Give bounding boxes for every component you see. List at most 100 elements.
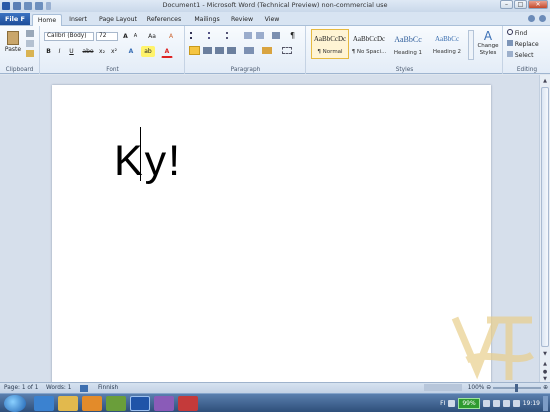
tab-file[interactable]: File F	[0, 13, 30, 25]
tab-insert[interactable]: Insert	[64, 14, 92, 26]
zoom-slider-knob[interactable]	[515, 383, 519, 392]
tab-page-layout[interactable]: Page Layout	[96, 14, 140, 26]
tray-icon-2[interactable]	[482, 400, 490, 407]
italic-button[interactable]: I	[55, 46, 64, 57]
tab-review[interactable]: Review	[228, 14, 256, 26]
tray-icon-1[interactable]	[448, 400, 456, 407]
zoom-slider[interactable]	[493, 383, 542, 392]
subscript-button[interactable]: x₂	[97, 46, 107, 57]
increase-indent-icon[interactable]	[256, 32, 264, 39]
grow-font-button[interactable]: A	[121, 31, 130, 42]
taskbar-ie-icon[interactable]	[34, 396, 54, 411]
network-icon[interactable]	[492, 400, 500, 407]
replace-button[interactable]: Replace	[506, 39, 546, 50]
style-heading-1[interactable]: AaBbCc Heading 1	[389, 29, 427, 59]
style-no-spacing-label: ¶ No Spaci...	[351, 49, 387, 55]
zoom-out-icon[interactable]: ⊖	[486, 385, 491, 391]
taskbar-app3-icon[interactable]	[178, 396, 198, 411]
change-styles-button[interactable]: A Change Styles	[475, 28, 501, 62]
zoom-in-icon[interactable]: ⊕	[543, 385, 548, 391]
input-language[interactable]: FI	[440, 400, 445, 407]
language-indicator[interactable]: Finnish	[98, 385, 118, 391]
volume-icon[interactable]	[502, 400, 510, 407]
align-right-icon[interactable]	[215, 47, 224, 54]
tab-references[interactable]: References	[144, 14, 184, 26]
battery-indicator[interactable]: 99%	[458, 398, 480, 409]
maximize-button[interactable]: □	[514, 0, 527, 9]
scroll-down-icon[interactable]: ▼	[541, 350, 549, 358]
shrink-font-button[interactable]: A	[131, 31, 140, 42]
view-buttons[interactable]	[423, 384, 462, 391]
font-name-select[interactable]: Calibri (Body)	[44, 32, 94, 41]
font-size-select[interactable]: 72	[96, 32, 118, 41]
clear-formatting-button[interactable]: A	[165, 31, 177, 42]
start-button[interactable]	[4, 395, 26, 412]
style-normal[interactable]: AaBbCcDc ¶ Normal	[311, 29, 349, 59]
underline-button[interactable]: U	[66, 46, 77, 57]
select-label: Select	[514, 52, 534, 59]
taskbar-explorer-icon[interactable]	[58, 396, 78, 411]
document-page[interactable]: Ky!	[52, 85, 534, 385]
tab-view[interactable]: View	[260, 14, 284, 26]
tray-icon-3[interactable]	[512, 400, 520, 407]
highlight-button[interactable]: ab	[141, 46, 155, 57]
previous-page-icon[interactable]: ▲	[541, 360, 549, 368]
zoom-level[interactable]: 100%	[468, 385, 485, 391]
show-desktop-button[interactable]	[543, 396, 548, 411]
line-spacing-icon[interactable]	[244, 47, 254, 54]
paste-button[interactable]: Paste	[3, 28, 23, 60]
style-heading-2[interactable]: AaBbCc Heading 2	[428, 29, 466, 59]
proofing-icon[interactable]	[80, 385, 88, 392]
help-icon[interactable]	[539, 15, 546, 22]
minimize-button[interactable]: –	[500, 0, 513, 9]
taskbar-media-icon[interactable]	[82, 396, 102, 411]
select-icon	[507, 51, 513, 57]
document-text[interactable]: Ky!	[114, 138, 182, 184]
minimize-ribbon-icon[interactable]	[528, 15, 535, 22]
style-heading-2-preview: AaBbCc	[434, 35, 460, 43]
find-label: Find	[514, 30, 528, 37]
taskbar-word-icon[interactable]	[130, 396, 150, 411]
scrollbar-thumb[interactable]	[541, 87, 549, 347]
close-button[interactable]: ✕	[528, 0, 548, 9]
styles-group: AaBbCcDc ¶ Normal AaBbCcDc ¶ No Spaci...…	[307, 26, 503, 74]
superscript-button[interactable]: x²	[109, 46, 119, 57]
taskbar: FI 99% 19:19	[0, 393, 550, 412]
bold-button[interactable]: B	[44, 46, 53, 57]
font-group: Calibri (Body) 72 A A Aa A B I U abe x₂ …	[41, 26, 185, 74]
sort-icon[interactable]	[272, 32, 280, 39]
watermark-logo	[451, 316, 534, 380]
cut-icon[interactable]	[26, 30, 34, 37]
show-marks-icon[interactable]: ¶	[290, 31, 295, 40]
numbering-icon[interactable]	[208, 32, 220, 39]
align-center-icon[interactable]	[203, 47, 212, 54]
tab-home[interactable]: Home	[32, 14, 62, 26]
tab-mailings[interactable]: Mailings	[190, 14, 224, 26]
decrease-indent-icon[interactable]	[244, 32, 252, 39]
word-count[interactable]: Words: 1	[46, 385, 71, 391]
clock[interactable]: 19:19	[523, 400, 540, 407]
font-color-button[interactable]: A	[161, 46, 173, 58]
copy-icon[interactable]	[26, 40, 34, 47]
find-button[interactable]: Find	[506, 28, 546, 39]
change-case-button[interactable]: Aa	[145, 31, 159, 42]
shading-icon[interactable]	[262, 47, 272, 54]
format-painter-icon[interactable]	[26, 50, 34, 57]
clipboard-group-label: Clipboard	[5, 67, 34, 73]
align-left-icon[interactable]	[189, 46, 200, 55]
page-count[interactable]: Page: 1 of 1	[4, 385, 38, 391]
strikethrough-button[interactable]: abe	[81, 46, 95, 57]
taskbar-app2-icon[interactable]	[154, 396, 174, 411]
taskbar-app-icon[interactable]	[106, 396, 126, 411]
scroll-up-icon[interactable]: ▲	[541, 77, 549, 85]
style-no-spacing[interactable]: AaBbCcDc ¶ No Spaci...	[350, 29, 388, 59]
justify-icon[interactable]	[227, 47, 236, 54]
bullets-icon[interactable]	[190, 32, 202, 39]
window-title: Document1 - Microsoft Word (Technical Pr…	[162, 1, 388, 9]
borders-icon[interactable]	[282, 47, 292, 54]
select-button[interactable]: Select	[506, 50, 546, 61]
multilevel-list-icon[interactable]	[226, 32, 238, 39]
text-effects-button[interactable]: A	[125, 46, 137, 57]
styles-scroll-arrows[interactable]	[468, 30, 474, 60]
vertical-scrollbar[interactable]: ▲ ▼ ▲ ● ▼	[539, 75, 550, 382]
